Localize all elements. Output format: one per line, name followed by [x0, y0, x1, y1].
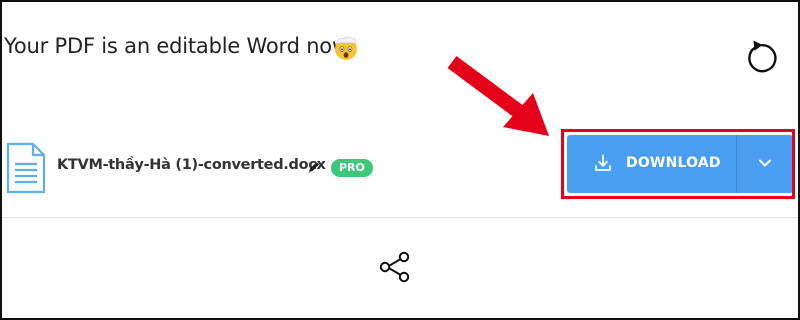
download-options-dropdown[interactable]: [737, 135, 793, 193]
download-icon: [595, 154, 611, 171]
file-name: KTVM-thầy-Hà (1)-converted.docx: [57, 157, 326, 173]
download-label: DOWNLOAD: [626, 155, 721, 171]
download-button-group: DOWNLOAD: [567, 135, 793, 193]
download-button[interactable]: DOWNLOAD: [567, 135, 736, 193]
pencil-icon[interactable]: [306, 160, 321, 175]
share-icon[interactable]: [378, 250, 412, 284]
section-divider: [2, 217, 798, 218]
success-message: Your PDF is an editable Word now.: [4, 34, 354, 58]
chevron-down-icon: [759, 159, 771, 167]
reload-icon[interactable]: [741, 38, 781, 78]
pro-badge: PRO: [331, 159, 373, 177]
document-icon: [6, 142, 46, 194]
exploding-head-icon: [335, 36, 357, 60]
